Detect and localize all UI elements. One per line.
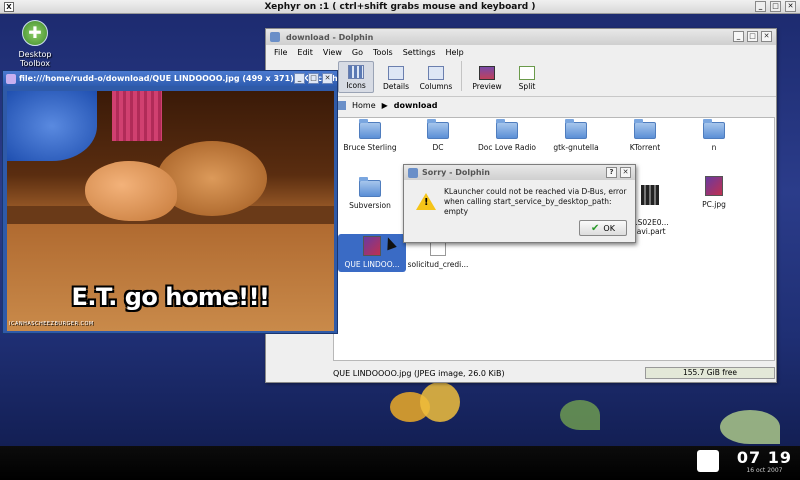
window-title: download - Dolphin: [286, 32, 374, 42]
warning-icon: !: [416, 193, 436, 210]
toolbar: Icons Details Columns Preview Split: [266, 59, 776, 97]
error-dialog: Sorry - Dolphin ? ✕ ! KLauncher could no…: [403, 164, 636, 243]
close-icon[interactable]: ✕: [620, 167, 631, 178]
toolbox-icon: ✚: [22, 20, 48, 46]
breadcrumb-separator-icon: ▶: [381, 101, 388, 110]
details-view-button[interactable]: Details: [378, 61, 414, 93]
clock-date: 16 oct 2007: [746, 467, 783, 474]
close-icon[interactable]: ✕: [785, 1, 796, 12]
image-credit: ICANHASCHEEZBURGER.COM: [9, 321, 94, 327]
menu-settings[interactable]: Settings: [403, 48, 436, 57]
file-item[interactable]: PC.jpg: [680, 176, 748, 209]
kuickshow-app-icon: [6, 74, 16, 84]
minimize-icon[interactable]: _: [294, 73, 305, 84]
image-file-icon: [705, 176, 723, 196]
preview-button[interactable]: Preview: [469, 61, 505, 93]
maximize-icon[interactable]: □: [770, 1, 781, 12]
folder-icon: [496, 119, 518, 139]
columns-view-icon: [428, 66, 444, 80]
clock[interactable]: 07 19 16 oct 2007: [737, 448, 792, 474]
file-item-selected[interactable]: QUE LINDOO...: [338, 234, 406, 272]
maximize-icon[interactable]: □: [308, 73, 319, 84]
image-caption: E.T. go home!!!: [71, 283, 270, 311]
folder-icon: [427, 119, 449, 139]
menu-view[interactable]: View: [323, 48, 342, 57]
folder-icon: [634, 119, 656, 139]
toolbox-label: Desktop Toolbox: [18, 50, 52, 68]
menubar: File Edit View Go Tools Settings Help: [266, 45, 776, 59]
folder-icon: [359, 119, 381, 139]
xephyr-title: Xephyr on :1 ( ctrl+shift grabs mouse an…: [264, 1, 536, 12]
folder-item[interactable]: Subversion: [336, 177, 404, 210]
preview-icon: [479, 66, 495, 80]
dolphin-titlebar[interactable]: download - Dolphin _ □ ✕: [266, 29, 776, 45]
wallpaper-leaf: [720, 410, 780, 444]
dialog-message: KLauncher could not be reached via D-Bus…: [444, 187, 627, 216]
taskbar-panel: [0, 446, 800, 480]
menu-file[interactable]: File: [274, 48, 287, 57]
folder-item[interactable]: n: [680, 119, 748, 152]
kuickshow-titlebar[interactable]: file:///home/rudd-o/download/QUE LINDOOO…: [3, 71, 337, 86]
image-display[interactable]: E.T. go home!!! ICANHASCHEEZBURGER.COM: [7, 91, 334, 331]
folder-item[interactable]: gtk-gnutella: [542, 119, 610, 152]
video-file-icon: [641, 185, 659, 205]
kuickshow-title: file:///home/rudd-o/download/QUE LINDOOO…: [19, 74, 337, 83]
xephyr-titlebar[interactable]: X Xephyr on :1 ( ctrl+shift grabs mouse …: [0, 0, 800, 14]
split-icon: [519, 66, 535, 80]
breadcrumb-current[interactable]: download: [394, 101, 438, 110]
icons-view-button[interactable]: Icons: [338, 61, 374, 93]
minimize-icon[interactable]: _: [733, 31, 744, 42]
breadcrumb-home[interactable]: Home: [352, 101, 376, 110]
maximize-icon[interactable]: □: [747, 31, 758, 42]
wallpaper-leaf: [560, 400, 600, 430]
icons-view-icon: [348, 65, 364, 79]
minimize-icon[interactable]: _: [755, 1, 766, 12]
ok-button[interactable]: ✔ OK: [579, 220, 627, 236]
split-button[interactable]: Split: [509, 61, 545, 93]
folder-item[interactable]: Doc Love Radio: [473, 119, 541, 152]
folder-icon: [270, 32, 280, 42]
kuickshow-window: file:///home/rudd-o/download/QUE LINDOOO…: [2, 70, 338, 334]
free-space-indicator: 155.7 GiB free: [645, 367, 775, 379]
status-text: QUE LINDOOOO.jpg (JPEG image, 26.0 KiB): [333, 368, 505, 378]
toolbar-separator: [461, 61, 462, 91]
folder-icon: [359, 177, 381, 197]
wallpaper-flower: [380, 382, 490, 452]
check-icon: ✔: [591, 222, 600, 234]
details-view-icon: [388, 66, 404, 80]
menu-help[interactable]: Help: [446, 48, 464, 57]
help-icon[interactable]: ?: [606, 167, 617, 178]
menu-go[interactable]: Go: [352, 48, 363, 57]
dialog-titlebar[interactable]: Sorry - Dolphin ? ✕: [404, 165, 635, 180]
dialog-app-icon: [408, 168, 418, 178]
folder-icon: [703, 119, 725, 139]
folder-item[interactable]: DC: [404, 119, 472, 152]
menu-edit[interactable]: Edit: [297, 48, 313, 57]
x-icon: X: [4, 2, 14, 12]
desktop-toolbox[interactable]: ✚ Desktop Toolbox: [4, 20, 66, 68]
clock-time: 07 19: [736, 448, 792, 467]
tray-app-icon[interactable]: [697, 450, 719, 472]
breadcrumb: Home ▶ download: [336, 101, 437, 110]
statusbar: QUE LINDOOOO.jpg (JPEG image, 26.0 KiB) …: [333, 366, 775, 380]
dialog-title: Sorry - Dolphin: [422, 168, 490, 177]
folder-item[interactable]: Bruce Sterling: [336, 119, 404, 152]
columns-view-button[interactable]: Columns: [418, 61, 454, 93]
folder-item[interactable]: KTorrent: [611, 119, 679, 152]
menu-tools[interactable]: Tools: [373, 48, 393, 57]
close-icon[interactable]: ✕: [761, 31, 772, 42]
folder-icon: [565, 119, 587, 139]
image-file-icon: [363, 236, 381, 256]
close-icon[interactable]: ✕: [322, 73, 333, 84]
